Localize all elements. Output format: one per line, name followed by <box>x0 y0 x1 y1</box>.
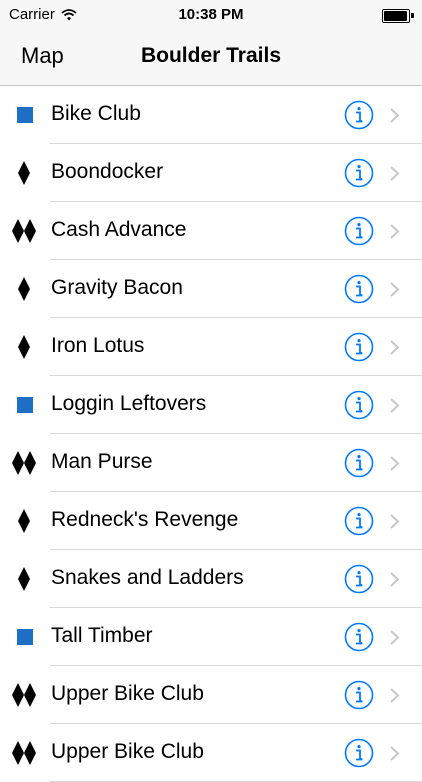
trail-row[interactable]: Iron Lotus <box>0 318 422 376</box>
battery-fill <box>384 11 407 21</box>
black-diamond-icon <box>8 334 42 360</box>
status-bar: Carrier 10:38 PM <box>0 0 422 30</box>
blue-square-icon <box>8 102 42 128</box>
trail-name: Upper Bike Club <box>51 740 204 763</box>
double-black-diamond-icon <box>8 450 42 476</box>
trail-name: Upper Bike Club <box>51 682 204 705</box>
chevron-right-icon <box>389 687 400 704</box>
chevron-right-icon <box>389 455 400 472</box>
black-diamond-icon <box>8 508 42 534</box>
battery-icon <box>382 9 410 23</box>
info-icon[interactable] <box>344 448 374 478</box>
trail-name: Boondocker <box>51 160 164 183</box>
info-icon[interactable] <box>344 506 374 536</box>
chevron-right-icon <box>389 165 400 182</box>
trail-row[interactable]: Upper Bike Club <box>0 724 422 782</box>
info-icon[interactable] <box>344 680 374 710</box>
page-title: Boulder Trails <box>140 44 282 67</box>
info-icon[interactable] <box>344 158 374 188</box>
info-icon[interactable] <box>344 216 374 246</box>
double-black-diamond-icon <box>8 682 42 708</box>
battery-cap <box>411 13 414 18</box>
trail-row[interactable]: Boondocker <box>0 144 422 202</box>
info-icon[interactable] <box>344 564 374 594</box>
chevron-right-icon <box>389 571 400 588</box>
chevron-right-icon <box>389 281 400 298</box>
chevron-right-icon <box>389 339 400 356</box>
trail-row[interactable]: Bike Club <box>0 86 422 144</box>
trail-name: Loggin Leftovers <box>51 392 207 415</box>
trail-name: Man Purse <box>51 450 153 473</box>
info-icon[interactable] <box>344 332 374 362</box>
black-diamond-icon <box>8 276 42 302</box>
black-diamond-icon <box>8 566 42 592</box>
trail-row[interactable]: Loggin Leftovers <box>0 376 422 434</box>
chevron-right-icon <box>389 223 400 240</box>
blue-square-icon <box>8 392 42 418</box>
info-icon[interactable] <box>344 738 374 768</box>
chevron-right-icon <box>389 397 400 414</box>
chevron-right-icon <box>389 107 400 124</box>
trail-name: Gravity Bacon <box>51 276 183 299</box>
info-icon[interactable] <box>344 274 374 304</box>
black-diamond-icon <box>8 160 42 186</box>
chevron-right-icon <box>389 629 400 646</box>
trail-name: Snakes and Ladders <box>51 566 244 589</box>
trail-name: Iron Lotus <box>51 334 145 357</box>
trail-name: Bike Club <box>51 102 141 125</box>
trail-row[interactable]: Gravity Bacon <box>0 260 422 318</box>
navigation-bar: Map Boulder Trails <box>0 30 422 86</box>
info-icon[interactable] <box>344 100 374 130</box>
trail-name: Tall Timber <box>51 624 153 647</box>
trail-name: Cash Advance <box>51 218 187 241</box>
trail-name: Redneck's Revenge <box>51 508 239 531</box>
status-time: 10:38 PM <box>178 6 244 23</box>
blue-square-icon <box>8 624 42 650</box>
trail-row[interactable]: Redneck's Revenge <box>0 492 422 550</box>
trail-row[interactable]: Cash Advance <box>0 202 422 260</box>
trail-row[interactable]: Tall Timber <box>0 608 422 666</box>
double-black-diamond-icon <box>8 218 42 244</box>
double-black-diamond-icon <box>8 740 42 766</box>
trail-list: Bike Club Boondocker Cash Advance Gravity B… <box>0 86 422 782</box>
chevron-right-icon <box>389 745 400 762</box>
trail-row[interactable]: Snakes and Ladders <box>0 550 422 608</box>
chevron-right-icon <box>389 513 400 530</box>
info-icon[interactable] <box>344 390 374 420</box>
trail-row[interactable]: Man Purse <box>0 434 422 492</box>
trail-row[interactable]: Upper Bike Club <box>0 666 422 724</box>
info-icon[interactable] <box>344 622 374 652</box>
